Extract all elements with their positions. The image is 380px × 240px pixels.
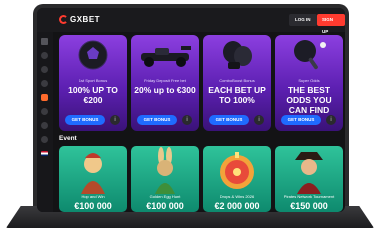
promo-subtitle: 1st Sport Bonus [78, 78, 108, 83]
event-amount: €150 000 [290, 201, 328, 211]
event-card[interactable]: Hop and Win €100 000 [59, 146, 127, 212]
section-title: Event [59, 135, 77, 142]
info-icon[interactable]: i [110, 115, 120, 125]
football-icon [78, 40, 108, 70]
event-amount: €2 000 000 [214, 201, 260, 211]
character-art-icon [81, 153, 105, 194]
promo-card[interactable]: Friday Deposit Free bet 20% up to €300 G… [131, 35, 199, 131]
event-card[interactable]: Drops & Wins 2026 €2 000 000 [203, 146, 271, 212]
sports-icon[interactable] [41, 66, 48, 73]
logo-text: GXBET [70, 15, 101, 24]
screen: GXBET LOG IN SIGN UP 1st Sport Bonus 100… [37, 8, 345, 212]
games-icon[interactable] [41, 122, 48, 129]
promo-card[interactable]: ComboBoost Bonus EACH BET UP TO 100% GET… [203, 35, 271, 131]
get-bonus-button[interactable]: GET BONUS [137, 115, 177, 125]
race-car-icon [141, 46, 191, 67]
menu-icon[interactable] [41, 38, 48, 45]
get-bonus-button[interactable]: GET BONUS [65, 115, 105, 125]
event-card[interactable]: Pirates Network Tournament €150 000 [275, 146, 343, 212]
event-card[interactable]: Golden Egg Hunt €100 000 [131, 146, 199, 212]
prize-wheel-icon [220, 152, 254, 189]
get-bonus-button[interactable]: GET BONUS [281, 115, 321, 125]
live-icon[interactable] [41, 80, 48, 87]
top-bar: GXBET LOG IN SIGN UP [37, 8, 345, 34]
promo-icon[interactable] [41, 108, 48, 115]
chat-icon[interactable] [41, 136, 48, 143]
signup-button[interactable]: SIGN UP [317, 14, 345, 34]
promo-headline: 20% up to €300 [134, 85, 196, 95]
event-name: Pirates Network Tournament [283, 194, 335, 199]
get-bonus-button[interactable]: GET BONUS [209, 115, 249, 125]
event-name: Golden Egg Hunt [149, 194, 181, 199]
promo-headline: THE BEST ODDS YOU CAN FIND [286, 85, 332, 115]
event-amount: €100 000 [74, 201, 112, 211]
language-flag-icon[interactable] [41, 151, 48, 156]
promo-headline: EACH BET UP TO 100% [208, 85, 266, 105]
boxing-gloves-icon [223, 41, 252, 69]
logo-mark-icon [59, 15, 68, 24]
home-icon[interactable] [41, 52, 48, 59]
info-icon[interactable]: i [182, 115, 192, 125]
promo-headline: 100% UP TO €200 [68, 85, 118, 105]
ping-pong-icon [294, 40, 326, 70]
event-amount: €100 000 [146, 201, 184, 211]
event-name: Hop and Win [81, 194, 105, 199]
event-name: Drops & Wins 2026 [219, 194, 255, 199]
logo[interactable]: GXBET [59, 15, 100, 24]
login-button[interactable]: LOG IN [289, 14, 317, 26]
promo-card[interactable]: Super Odds THE BEST ODDS YOU CAN FIND GE… [275, 35, 343, 131]
promo-card[interactable]: 1st Sport Bonus 100% UP TO €200 GET BONU… [59, 35, 127, 131]
promo-subtitle: Friday Deposit Free bet [144, 78, 186, 83]
info-icon[interactable]: i [254, 115, 264, 125]
rabbit-art-icon [155, 147, 175, 194]
promo-subtitle: ComboBoost Bonus [219, 78, 255, 83]
info-icon[interactable]: i [326, 115, 336, 125]
pirate-art-icon [295, 152, 323, 194]
casino-icon[interactable] [41, 94, 48, 101]
promo-subtitle: Super Odds [298, 78, 320, 83]
sidebar [37, 32, 53, 212]
